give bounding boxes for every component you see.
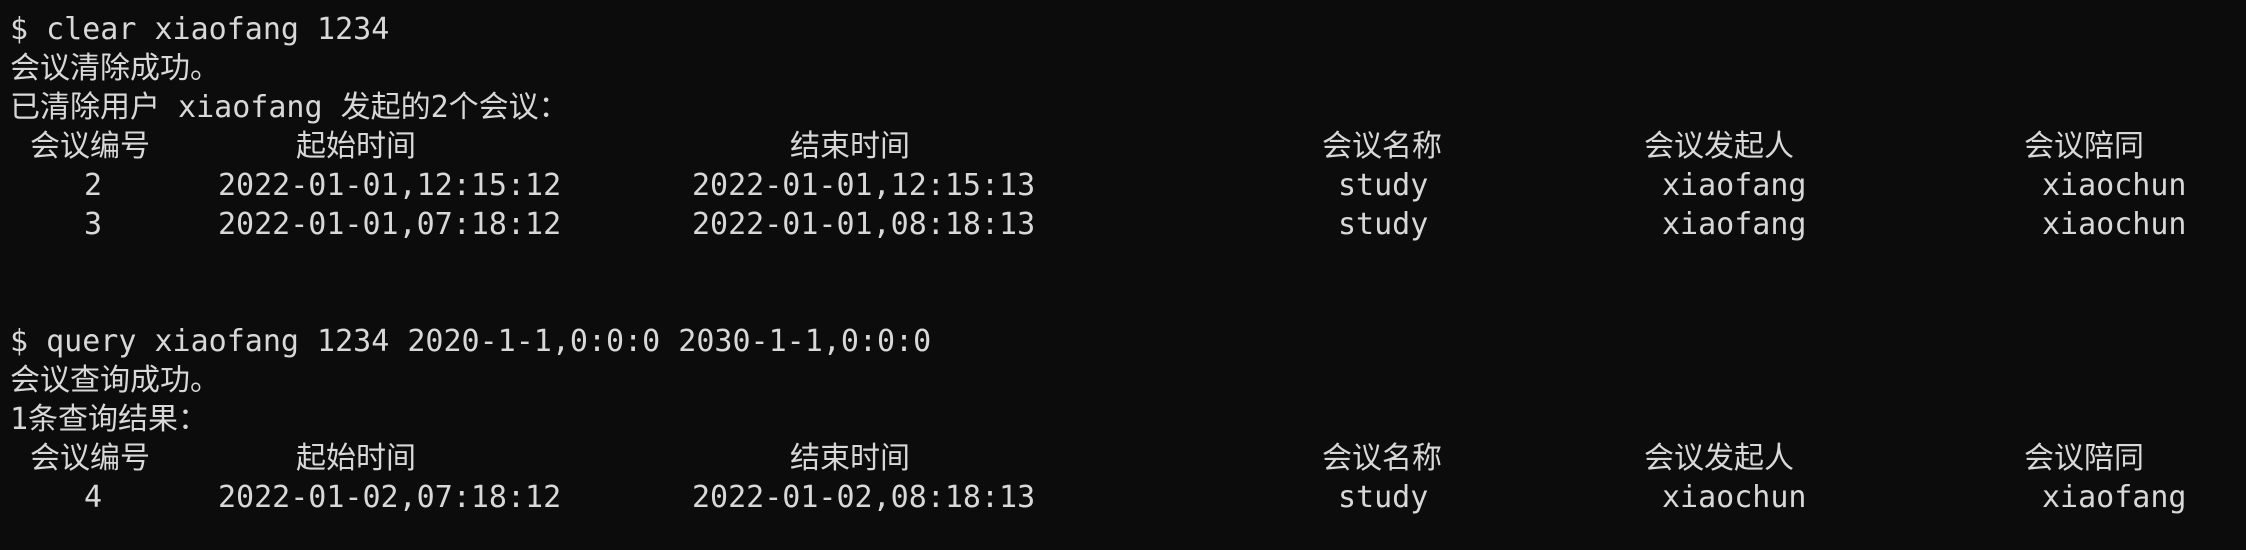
cell-companion: xiaochun bbox=[2042, 168, 2187, 203]
status-message: 会议清除成功。 bbox=[10, 51, 220, 86]
cell-start-time: 2022-01-01,12:15:12 bbox=[218, 168, 562, 203]
status-message: 会议查询成功。 bbox=[10, 363, 220, 398]
result-summary: 1条查询结果： bbox=[10, 402, 209, 437]
header-end-time: 结束时间 bbox=[790, 441, 910, 476]
cell-meeting-name: study bbox=[1338, 207, 1429, 242]
terminal-window[interactable]: $ clear xiaofang 1234 会议清除成功。 已清除用户 xiao… bbox=[0, 0, 2246, 550]
cell-companion: xiaofang bbox=[2042, 480, 2187, 515]
header-meeting-name: 会议名称 bbox=[1322, 441, 1442, 476]
command-line: $ clear xiaofang 1234 bbox=[10, 12, 390, 47]
header-end-time: 结束时间 bbox=[790, 129, 910, 164]
header-meeting-id: 会议编号 bbox=[30, 441, 150, 476]
result-summary: 已清除用户 xiaofang 发起的2个会议： bbox=[10, 90, 569, 125]
header-start-time: 起始时间 bbox=[296, 441, 416, 476]
header-organizer: 会议发起人 bbox=[1644, 441, 1794, 476]
cell-start-time: 2022-01-02,07:18:12 bbox=[218, 480, 562, 515]
cell-meeting-name: study bbox=[1338, 480, 1429, 515]
command-line: $ query xiaofang 1234 2020-1-1,0:0:0 203… bbox=[10, 324, 932, 359]
cell-companion: xiaochun bbox=[2042, 207, 2187, 242]
cell-start-time: 2022-01-01,07:18:12 bbox=[218, 207, 562, 242]
cell-end-time: 2022-01-02,08:18:13 bbox=[692, 480, 1036, 515]
cell-organizer: xiaofang bbox=[1662, 207, 1807, 242]
cell-end-time: 2022-01-01,08:18:13 bbox=[692, 207, 1036, 242]
cell-meeting-id: 4 bbox=[84, 480, 103, 515]
cell-organizer: xiaofang bbox=[1662, 168, 1807, 203]
cell-end-time: 2022-01-01,12:15:13 bbox=[692, 168, 1036, 203]
header-companion: 会议陪同 bbox=[2024, 441, 2144, 476]
header-start-time: 起始时间 bbox=[296, 129, 416, 164]
header-organizer: 会议发起人 bbox=[1644, 129, 1794, 164]
header-meeting-name: 会议名称 bbox=[1322, 129, 1442, 164]
cell-meeting-id: 3 bbox=[84, 207, 103, 242]
cell-meeting-id: 2 bbox=[84, 168, 103, 203]
header-meeting-id: 会议编号 bbox=[30, 129, 150, 164]
cell-meeting-name: study bbox=[1338, 168, 1429, 203]
cell-organizer: xiaochun bbox=[1662, 480, 1807, 515]
header-companion: 会议陪同 bbox=[2024, 129, 2144, 164]
